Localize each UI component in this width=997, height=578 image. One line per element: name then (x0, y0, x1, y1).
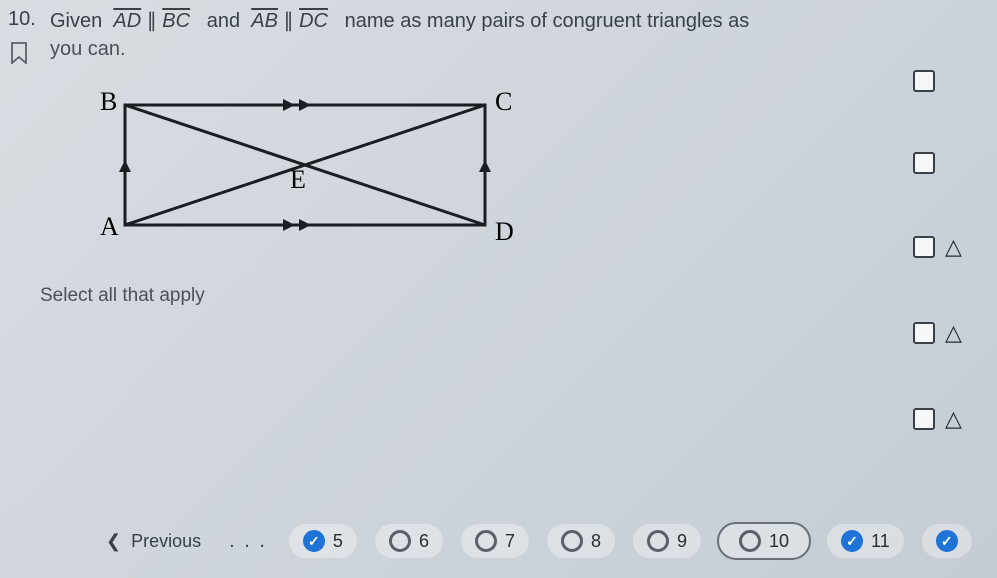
pagination-bar: ❮ Previous . . . ✓ 5 6 7 8 9 (100, 516, 997, 566)
bookmark-icon[interactable] (10, 42, 28, 64)
page-10[interactable]: 10 (719, 524, 809, 558)
page-9[interactable]: 9 (633, 524, 701, 558)
page-number: 11 (871, 531, 890, 552)
page-7[interactable]: 7 (461, 524, 529, 558)
prompt-and: and (207, 10, 240, 32)
vertex-D-label: D (495, 217, 514, 246)
status-empty-icon (561, 530, 583, 552)
parallelogram-diagram: B C A D E (55, 75, 535, 265)
previous-label: Previous (131, 531, 201, 552)
vertex-E-label: E (290, 165, 306, 194)
vertex-B-label: B (100, 87, 117, 116)
answer-options: △ △ △ (913, 70, 983, 432)
checkbox-1[interactable] (913, 70, 935, 92)
page-number: 9 (677, 531, 687, 552)
page-8[interactable]: 8 (547, 524, 615, 558)
page-number: 10 (769, 531, 789, 552)
status-empty-icon (647, 530, 669, 552)
page-number: 6 (419, 531, 429, 552)
page-11[interactable]: ✓ 11 (827, 524, 904, 558)
page-number: 7 (505, 531, 515, 552)
segment-AD: AD (113, 10, 141, 32)
answer-option-4[interactable]: △ (913, 320, 983, 346)
status-empty-icon (389, 530, 411, 552)
status-done-icon: ✓ (936, 530, 958, 552)
segment-DC: DC (299, 10, 328, 32)
page-number: 5 (333, 531, 343, 552)
ellipsis-icon[interactable]: . . . (229, 530, 267, 553)
select-all-label: Select all that apply (40, 285, 205, 307)
segment-AB: AB (251, 10, 278, 32)
page-5[interactable]: ✓ 5 (289, 524, 357, 558)
segment-BC: BC (162, 10, 190, 32)
page-next[interactable]: ✓ (922, 524, 972, 558)
status-done-icon: ✓ (303, 530, 325, 552)
question-number: 10. (8, 8, 36, 31)
vertex-A-label: A (100, 212, 119, 241)
answer-option-2[interactable] (913, 152, 983, 174)
status-empty-icon (739, 530, 761, 552)
checkbox-4[interactable] (913, 322, 935, 344)
chevron-left-icon: ❮ (106, 531, 121, 552)
question-prompt-line2: you can. (50, 38, 126, 61)
page-6[interactable]: 6 (375, 524, 443, 558)
page-list: ✓ 5 6 7 8 9 10 (289, 524, 972, 558)
previous-button[interactable]: ❮ Previous (100, 523, 207, 560)
prompt-given: Given (50, 10, 102, 32)
checkbox-5[interactable] (913, 408, 935, 430)
parallel-symbol-1: ∥ (147, 10, 157, 32)
prompt-suffix: name as many pairs of congruent triangle… (345, 10, 750, 32)
answer-option-5[interactable]: △ (913, 406, 983, 432)
checkbox-2[interactable] (913, 152, 935, 174)
answer-option-3[interactable]: △ (913, 234, 983, 260)
question-prompt-line1: Given AD ∥ BC and AB ∥ DC name as many p… (50, 8, 749, 33)
page-number: 8 (591, 531, 601, 552)
triangle-icon: △ (945, 320, 962, 346)
status-empty-icon (475, 530, 497, 552)
question-page: 10. Given AD ∥ BC and AB ∥ DC name as ma… (0, 0, 997, 578)
triangle-icon: △ (945, 406, 962, 432)
answer-option-1[interactable] (913, 70, 983, 92)
parallel-symbol-2: ∥ (284, 10, 294, 32)
status-current-icon: ✓ (841, 530, 863, 552)
vertex-C-label: C (495, 87, 512, 116)
checkbox-3[interactable] (913, 236, 935, 258)
triangle-icon: △ (945, 234, 962, 260)
